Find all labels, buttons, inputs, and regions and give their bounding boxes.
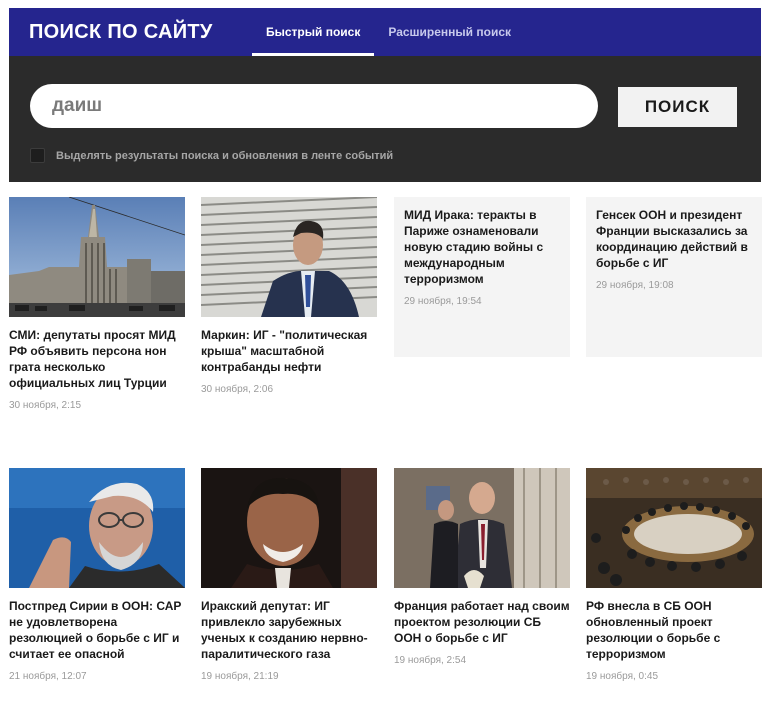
- building-photo-icon: [9, 197, 185, 317]
- result-card[interactable]: Маркин: ИГ - "политическая крыша" масшта…: [201, 197, 377, 395]
- result-photo-ministry-building[interactable]: [9, 197, 185, 317]
- result-date: 30 ноября, 2:06: [201, 384, 274, 395]
- result-photo-syrian-envoy[interactable]: [9, 468, 185, 588]
- portrait-photo-icon: [201, 468, 377, 588]
- result-card[interactable]: Иракский депутат: ИГ привлекло зарубежны…: [201, 468, 377, 682]
- highlight-option: Выделять результаты поиска и обновления …: [30, 148, 393, 163]
- result-title[interactable]: Маркин: ИГ - "политическая крыша" масшта…: [201, 327, 377, 375]
- portrait-photo-icon: [9, 468, 185, 588]
- result-date: 29 ноября, 19:54: [404, 296, 482, 307]
- result-card-text[interactable]: МИД Ирака: теракты в Париже ознаменовали…: [394, 197, 570, 357]
- result-title[interactable]: РФ внесла в СБ ООН обновленный проект ре…: [586, 598, 762, 662]
- result-photo-iraqi-deputy[interactable]: [201, 468, 377, 588]
- meeting-photo-icon: [586, 468, 762, 588]
- result-photo-security-council[interactable]: [586, 468, 762, 588]
- result-card-text[interactable]: Генсек ООН и президент Франции высказали…: [586, 197, 762, 357]
- tab-advanced-search[interactable]: Расширенный поиск: [374, 8, 525, 56]
- search-input-wrapper: [30, 84, 598, 128]
- result-title[interactable]: Франция работает над своим проектом резо…: [394, 598, 570, 646]
- result-date: 29 ноября, 19:08: [596, 280, 674, 291]
- tab-quick-search[interactable]: Быстрый поиск: [252, 8, 375, 56]
- group-photo-icon: [394, 468, 570, 588]
- result-title[interactable]: Постпред Сирии в ООН: САР не удовлетворе…: [9, 598, 185, 662]
- result-card[interactable]: СМИ: депутаты просят МИД РФ объявить пер…: [9, 197, 185, 411]
- portrait-photo-icon: [201, 197, 377, 317]
- highlight-checkbox-label[interactable]: Выделять результаты поиска и обновления …: [56, 150, 393, 162]
- result-date: 30 ноября, 2:15: [9, 400, 82, 411]
- result-photo-french-diplomat[interactable]: [394, 468, 570, 588]
- result-title[interactable]: МИД Ирака: теракты в Париже ознаменовали…: [404, 207, 560, 287]
- search-title: ПОИСК ПО САЙТУ: [29, 21, 213, 43]
- result-title[interactable]: СМИ: депутаты просят МИД РФ объявить пер…: [9, 327, 185, 391]
- result-card[interactable]: Франция работает над своим проектом резо…: [394, 468, 570, 666]
- search-input[interactable]: [30, 84, 598, 128]
- search-panel: ПОИСК ПО САЙТУ Быстрый поиск Расширенный…: [9, 8, 761, 182]
- result-card[interactable]: РФ внесла в СБ ООН обновленный проект ре…: [586, 468, 762, 682]
- result-date: 21 ноября, 12:07: [9, 671, 87, 682]
- result-date: 19 ноября, 0:45: [586, 671, 659, 682]
- result-card[interactable]: Постпред Сирии в ООН: САР не удовлетворе…: [9, 468, 185, 682]
- search-button[interactable]: ПОИСК: [618, 87, 737, 127]
- result-date: 19 ноября, 2:54: [394, 655, 467, 666]
- result-title[interactable]: Иракский депутат: ИГ привлекло зарубежны…: [201, 598, 377, 662]
- search-header: ПОИСК ПО САЙТУ Быстрый поиск Расширенный…: [9, 8, 761, 56]
- result-date: 19 ноября, 21:19: [201, 671, 279, 682]
- highlight-checkbox[interactable]: [30, 148, 45, 163]
- result-title[interactable]: Генсек ООН и президент Франции высказали…: [596, 207, 752, 271]
- result-photo-markin[interactable]: [201, 197, 377, 317]
